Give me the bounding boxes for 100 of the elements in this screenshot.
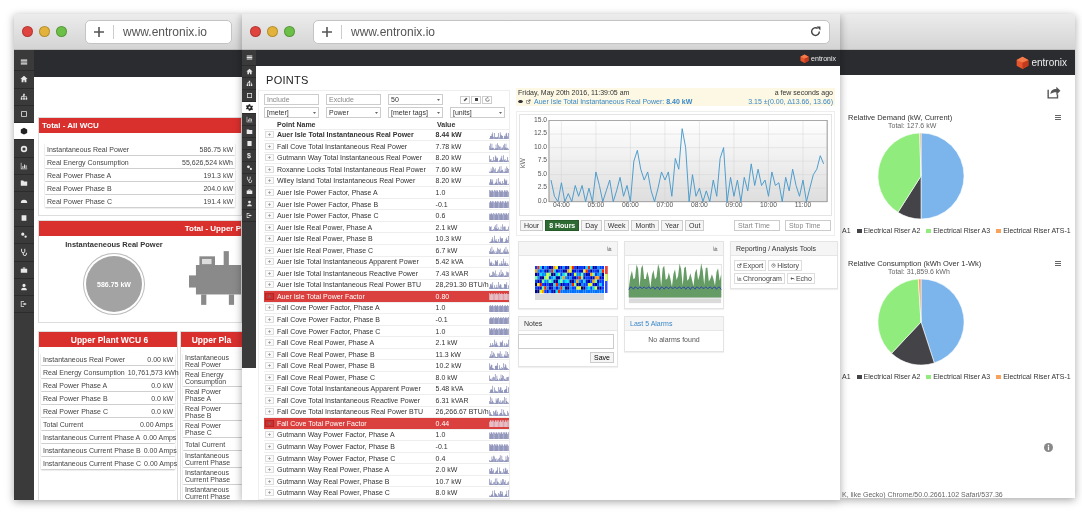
url-text: www.entronix.io: [351, 24, 436, 39]
plus-icon: [267, 329, 271, 333]
cube-icon: [20, 127, 28, 136]
folder-icon: [20, 179, 28, 188]
sparkline: [489, 442, 509, 451]
plus-icon: [267, 179, 271, 183]
plus-icon: [267, 433, 271, 437]
caret-icon: [499, 111, 502, 114]
plus-icon: [267, 294, 271, 298]
gears-icon: [245, 164, 253, 171]
zoom-window-button[interactable]: [284, 26, 295, 37]
plus-icon: [267, 456, 271, 460]
plus-icon: [267, 237, 271, 241]
notes-field[interactable]: [518, 334, 614, 349]
gear-icon: [245, 104, 253, 111]
info-icon[interactable]: [1044, 443, 1053, 452]
folder-icon: [245, 128, 253, 135]
sidebar-item[interactable]: [242, 138, 256, 150]
sidebar-item[interactable]: [242, 162, 256, 174]
sparkline: [489, 396, 509, 405]
plus-icon: [267, 479, 271, 483]
plus-icon: [267, 468, 271, 472]
sidebar-item[interactable]: [242, 102, 256, 114]
sparkline: [489, 188, 509, 197]
minimize-window-button[interactable]: [39, 26, 50, 37]
plus-icon: [267, 271, 271, 275]
new-tab-icon[interactable]: [322, 26, 332, 37]
plus-icon: [267, 375, 271, 379]
plus-icon: [267, 283, 271, 287]
menu-icon: [20, 58, 28, 67]
menu-icon[interactable]: [1055, 115, 1061, 120]
sidebar-item[interactable]: [242, 198, 256, 210]
menu-icon[interactable]: [1055, 261, 1061, 266]
chart-icon: [20, 161, 28, 170]
eye-icon[interactable]: [518, 99, 523, 104]
stethoscope-icon: [20, 248, 28, 257]
menu-icon: [245, 54, 253, 61]
sidebar-item[interactable]: [242, 174, 256, 186]
new-tab-icon[interactable]: [94, 26, 104, 37]
sparkline: [489, 165, 509, 174]
plus-icon: [267, 306, 271, 310]
sparkline: [489, 465, 509, 474]
caret-icon: [313, 111, 316, 114]
caret-icon: [375, 111, 378, 114]
plus-icon: [267, 421, 271, 425]
address-bar[interactable]: www.entronix.io: [313, 19, 830, 44]
close-window-button[interactable]: [22, 26, 33, 37]
panel-title: Upper Pla: [191, 334, 232, 345]
zoom-window-button[interactable]: [56, 26, 67, 37]
address-bar[interactable]: www.entronix.io: [85, 19, 232, 44]
plus-icon: [267, 167, 271, 171]
external-link-icon[interactable]: [526, 99, 531, 104]
plus-icon: [267, 410, 271, 414]
sparkline: [489, 454, 509, 463]
sparkline: [489, 130, 509, 139]
caret-icon: [437, 98, 440, 101]
plus-icon: [267, 491, 271, 495]
sidebar-item[interactable]: [242, 78, 256, 90]
sparkline: [489, 246, 509, 255]
sparkline: [489, 200, 509, 209]
plus-icon: [267, 260, 271, 264]
sidebar-item[interactable]: [242, 126, 256, 138]
reload-icon[interactable]: [810, 26, 821, 37]
plus-icon: [267, 156, 271, 160]
clock-icon: [771, 263, 777, 268]
sparkline: [489, 350, 509, 359]
sparkline: [489, 269, 509, 278]
user-icon: [20, 283, 28, 291]
plus-icon: [267, 202, 271, 206]
sidebar-item[interactable]: [242, 186, 256, 198]
sparkline: [489, 257, 509, 266]
gears-icon: [20, 231, 28, 240]
close-window-button[interactable]: [250, 26, 261, 37]
brand-name: entronix: [1031, 57, 1067, 68]
plus-icon: [267, 341, 271, 345]
pin-button[interactable]: [460, 95, 470, 104]
share-icon[interactable]: [1047, 85, 1061, 99]
sparkline: [489, 327, 509, 336]
plus-icon: [267, 225, 271, 229]
sparkline: [489, 488, 509, 497]
sidebar-item[interactable]: [242, 210, 256, 222]
stethoscope-icon: [245, 176, 253, 183]
plus-icon: [267, 191, 271, 194]
page-title: POINTS: [265, 73, 310, 88]
book-icon: [20, 213, 28, 222]
hierarchy-icon: [20, 92, 28, 101]
sparkline: [489, 280, 509, 289]
sparkline: [489, 431, 509, 439]
sidebar-item[interactable]: [14, 123, 34, 141]
sparkline: [489, 407, 509, 416]
sparkline: [489, 373, 509, 382]
minimize-window-button[interactable]: [267, 26, 278, 37]
stop-button[interactable]: [471, 95, 481, 104]
sidebar-item[interactable]: [242, 66, 256, 78]
external-link-icon: [737, 263, 742, 268]
plus-icon: [267, 352, 271, 356]
url-text: www.entronix.io: [123, 24, 208, 39]
cube-logo-icon: [800, 53, 810, 63]
plus-icon: [267, 398, 271, 402]
sparkline: [489, 211, 509, 220]
